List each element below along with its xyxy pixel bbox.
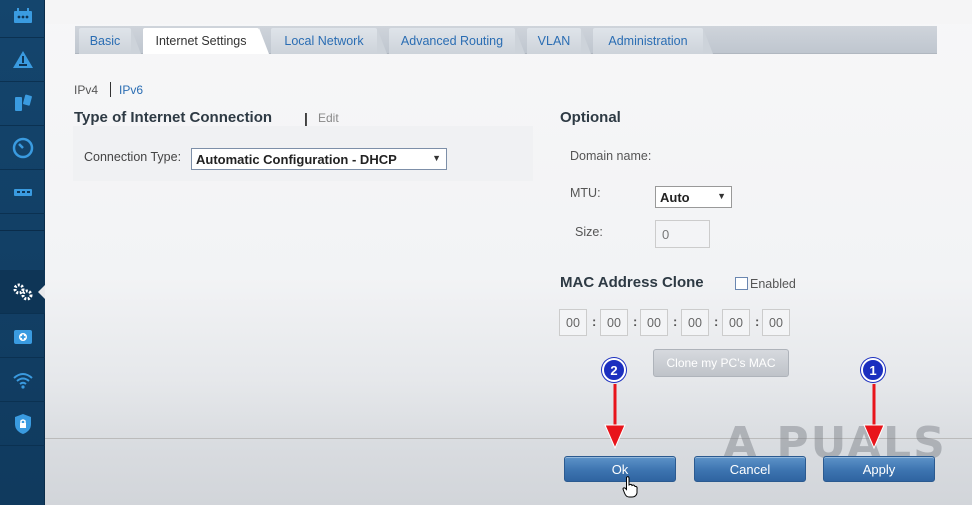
arrow-head-2	[604, 424, 626, 450]
chevron-down-icon: ▼	[432, 153, 441, 163]
mac-colon: :	[673, 314, 678, 329]
tab-internet-settings[interactable]: Internet Settings	[143, 28, 269, 54]
edit-link[interactable]: Edit	[318, 111, 339, 125]
network-map-icon[interactable]	[0, 38, 45, 82]
usb-icon[interactable]	[0, 170, 45, 214]
header-strip	[45, 0, 972, 24]
domain-name-label: Domain name:	[570, 149, 652, 163]
security-icon[interactable]	[0, 402, 45, 446]
mtu-value: Auto	[660, 189, 690, 205]
annotation-badge-2: 2	[602, 358, 626, 382]
edit-separator: |	[304, 110, 308, 126]
connection-type-value: Automatic Configuration - DHCP	[196, 151, 397, 167]
optional-heading: Optional	[560, 109, 621, 126]
mac-clone-enabled-checkbox[interactable]	[735, 277, 748, 290]
apply-button[interactable]: Apply	[823, 456, 935, 482]
mac-segment-5[interactable]: 00	[722, 309, 750, 336]
mac-segment-4[interactable]: 00	[681, 309, 709, 336]
sidebar-nav	[0, 0, 46, 505]
ipv4-link[interactable]: IPv4	[74, 83, 98, 97]
devices-icon[interactable]	[0, 82, 45, 126]
tab-vlan[interactable]: VLAN	[527, 28, 591, 54]
tab-administration[interactable]: Administration	[593, 28, 713, 54]
hand-cursor-icon	[622, 476, 638, 498]
tab-basic[interactable]: Basic	[79, 28, 141, 54]
mac-colon: :	[592, 314, 597, 329]
router-icon[interactable]	[0, 0, 45, 38]
connection-type-heading: Type of Internet Connection	[74, 109, 273, 126]
media-prioritization-icon[interactable]	[0, 314, 45, 358]
mac-segment-1[interactable]: 00	[559, 309, 587, 336]
mac-clone-enabled-label: Enabled	[750, 277, 796, 291]
mac-segment-6[interactable]: 00	[762, 309, 790, 336]
mac-colon: :	[755, 314, 760, 329]
chevron-down-icon: ▼	[717, 191, 726, 201]
mtu-select[interactable]: Auto ▼	[655, 186, 732, 208]
speed-icon[interactable]	[0, 126, 45, 170]
settings-icon[interactable]	[0, 270, 46, 314]
wifi-icon[interactable]	[0, 358, 45, 402]
mac-segment-3[interactable]: 00	[640, 309, 668, 336]
mac-colon: :	[714, 314, 719, 329]
mtu-label: MTU:	[570, 186, 601, 200]
mac-clone-heading: MAC Address Clone	[560, 274, 704, 291]
clone-mac-button[interactable]: Clone my PC's MAC	[653, 349, 789, 377]
ok-button[interactable]: Ok	[564, 456, 676, 482]
ipv6-link[interactable]: IPv6	[119, 83, 143, 97]
settings-panel: Basic Internet Settings Local Network Ad…	[45, 0, 972, 505]
mac-colon: :	[633, 314, 638, 329]
protocol-divider	[110, 82, 111, 97]
annotation-badge-1: 1	[861, 358, 885, 382]
tab-advanced-routing[interactable]: Advanced Routing	[389, 28, 525, 54]
cancel-button[interactable]: Cancel	[694, 456, 806, 482]
connection-type-select[interactable]: Automatic Configuration - DHCP ▼	[191, 148, 447, 170]
tab-local-network[interactable]: Local Network	[271, 28, 387, 54]
size-label: Size:	[575, 225, 603, 239]
tab-bar: Basic Internet Settings Local Network Ad…	[75, 26, 937, 54]
mtu-size-input[interactable]: 0	[655, 220, 710, 248]
connection-type-label: Connection Type:	[84, 150, 182, 164]
mac-segment-2[interactable]: 00	[600, 309, 628, 336]
